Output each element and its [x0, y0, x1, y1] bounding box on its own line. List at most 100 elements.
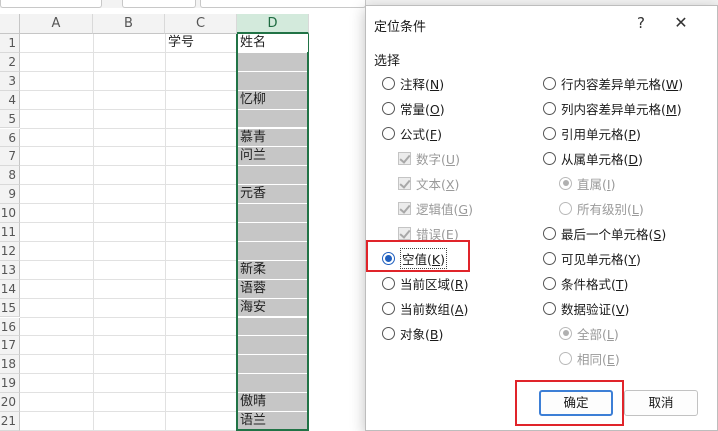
left-option-5[interactable]: 逻辑值(G)	[398, 198, 473, 218]
right-option-2[interactable]: 引用单元格(P)	[543, 123, 641, 143]
option-label: 相同(E)	[577, 351, 620, 367]
radio-icon[interactable]	[559, 201, 572, 215]
right-option-10[interactable]: 全部(L)	[559, 323, 619, 343]
select-all-corner[interactable]	[0, 14, 20, 34]
radio-icon[interactable]	[543, 301, 556, 315]
row-header-6[interactable]: 6	[0, 128, 20, 148]
checkbox-icon[interactable]	[398, 151, 411, 165]
name-cell[interactable]: 元香	[238, 185, 266, 203]
row-header-4[interactable]: 4	[0, 90, 20, 110]
right-option-8[interactable]: 条件格式(T)	[543, 273, 628, 293]
left-option-4[interactable]: 文本(X)	[398, 173, 459, 193]
left-option-2[interactable]: 公式(F)	[382, 123, 442, 143]
name-cell[interactable]: 傲晴	[238, 393, 266, 411]
row-header-16[interactable]: 16	[0, 317, 20, 337]
name-cell[interactable]: 慕青	[238, 129, 266, 147]
radio-icon[interactable]	[382, 126, 395, 140]
row-header-8[interactable]: 8	[0, 166, 20, 186]
gridline	[93, 34, 94, 431]
name-box[interactable]	[0, 0, 102, 8]
name-cell[interactable]: 新柔	[238, 261, 266, 279]
row-header-10[interactable]: 10	[0, 204, 20, 223]
column-header-b[interactable]: B	[93, 14, 165, 34]
right-option-6[interactable]: 最后一个单元格(S)	[543, 223, 666, 243]
row-header-17[interactable]: 17	[0, 336, 20, 356]
name-cell[interactable]: 问兰	[238, 147, 266, 165]
row-header-20[interactable]: 20	[0, 393, 20, 412]
checkbox-icon[interactable]	[398, 201, 411, 215]
checkbox-icon[interactable]	[398, 226, 411, 240]
row-header-13[interactable]: 13	[0, 260, 20, 280]
access-key: G	[458, 201, 469, 217]
column-header-c[interactable]: C	[165, 14, 237, 34]
row-header-7[interactable]: 7	[0, 147, 20, 167]
formula-bar[interactable]	[200, 0, 366, 8]
ok-button[interactable]: 确定	[539, 390, 613, 416]
cell-d1[interactable]: 姓名	[238, 34, 308, 52]
cell-c1[interactable]: 学号	[166, 34, 194, 52]
gridline	[20, 146, 236, 148]
right-option-1[interactable]: 列内容差异单元格(M)	[543, 98, 682, 118]
row-header-19[interactable]: 19	[0, 374, 20, 394]
radio-icon[interactable]	[543, 226, 556, 240]
left-option-0[interactable]: 注释(N)	[382, 73, 444, 93]
left-option-1[interactable]: 常量(O)	[382, 98, 445, 118]
radio-icon[interactable]	[543, 276, 556, 290]
right-option-4[interactable]: 直属(I)	[559, 173, 615, 193]
radio-icon[interactable]	[559, 351, 572, 365]
radio-icon[interactable]	[543, 76, 556, 90]
radio-icon[interactable]	[559, 176, 572, 190]
option-text: 数字	[416, 151, 442, 167]
left-option-9[interactable]: 当前数组(A)	[382, 298, 468, 318]
option-text: 最后一个单元格	[561, 226, 649, 242]
gridline	[20, 354, 236, 356]
row-header-14[interactable]: 14	[0, 279, 20, 299]
row-header-18[interactable]: 18	[0, 355, 20, 375]
formula-buttons[interactable]	[122, 0, 196, 8]
radio-icon[interactable]	[543, 101, 556, 115]
radio-icon[interactable]	[543, 151, 556, 165]
option-text: 从属单元格	[561, 151, 624, 167]
row-header-15[interactable]: 15	[0, 298, 20, 318]
left-option-3[interactable]: 数字(U)	[398, 148, 460, 168]
option-label: 数据验证(V)	[561, 301, 630, 317]
row-header-21[interactable]: 21	[0, 412, 20, 431]
radio-icon[interactable]	[543, 251, 556, 265]
radio-icon[interactable]	[382, 276, 395, 290]
row-header-2[interactable]: 2	[0, 52, 20, 72]
checkbox-icon[interactable]	[398, 176, 411, 190]
right-option-7[interactable]: 可见单元格(Y)	[543, 248, 641, 268]
radio-icon[interactable]	[543, 126, 556, 140]
name-cell[interactable]: 语兰	[238, 412, 266, 430]
row-header-1[interactable]: 1	[0, 34, 20, 53]
row-header-9[interactable]: 9	[0, 185, 20, 205]
right-option-3[interactable]: 从属单元格(D)	[543, 148, 643, 168]
access-key: E	[606, 351, 615, 367]
right-option-5[interactable]: 所有级别(L)	[559, 198, 644, 218]
column-header-d[interactable]: D	[237, 14, 309, 34]
name-cell[interactable]: 语蓉	[238, 280, 266, 298]
left-option-10[interactable]: 对象(B)	[382, 323, 443, 343]
row-header-5[interactable]: 5	[0, 109, 20, 129]
option-label: 行内容差异单元格(W)	[561, 76, 684, 92]
radio-icon[interactable]	[382, 326, 395, 340]
right-option-9[interactable]: 数据验证(V)	[543, 298, 629, 318]
row-header-3[interactable]: 3	[0, 71, 20, 91]
cancel-button[interactable]: 取消	[624, 390, 698, 416]
column-header-a[interactable]: A	[20, 14, 93, 34]
help-icon[interactable]: ?	[630, 12, 652, 34]
radio-icon[interactable]	[382, 76, 395, 90]
radio-icon[interactable]	[382, 301, 395, 315]
row-header-12[interactable]: 12	[0, 241, 20, 261]
gridline	[20, 297, 236, 299]
radio-icon[interactable]	[559, 326, 572, 340]
right-option-0[interactable]: 行内容差异单元格(W)	[543, 73, 683, 93]
radio-icon[interactable]	[382, 101, 395, 115]
left-option-8[interactable]: 当前区域(R)	[382, 273, 468, 293]
close-icon[interactable]: ✕	[670, 12, 692, 34]
right-option-11[interactable]: 相同(E)	[559, 348, 620, 368]
name-cell[interactable]: 海安	[238, 299, 266, 317]
option-label: 常量(O)	[400, 101, 445, 117]
row-header-11[interactable]: 11	[0, 223, 20, 242]
name-cell[interactable]: 忆柳	[238, 91, 266, 109]
